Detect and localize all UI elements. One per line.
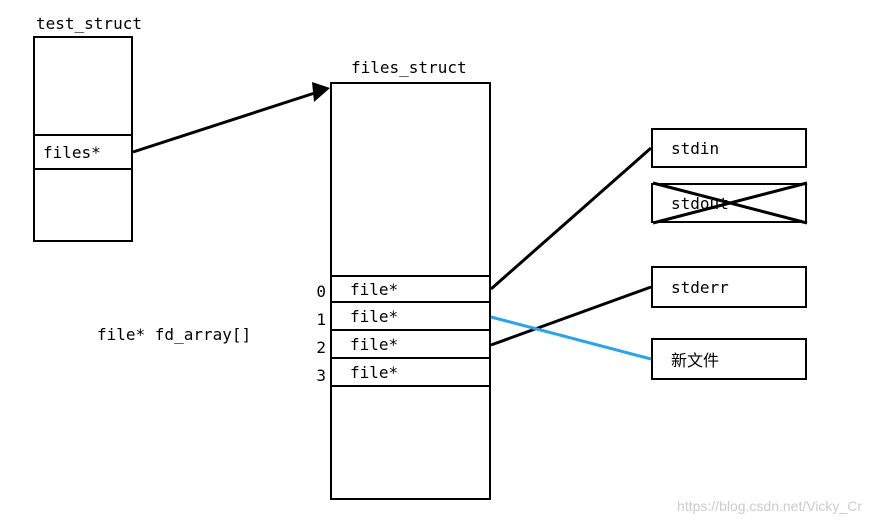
stdin-label: stdin xyxy=(671,139,719,158)
stderr-label: stderr xyxy=(671,278,729,297)
fd-entry-2-label: file* xyxy=(350,335,398,354)
index-3: 3 xyxy=(306,366,326,385)
file-box-stdout: stdout xyxy=(651,183,807,223)
newfile-label: 新文件 xyxy=(671,347,719,371)
fd-entry-2: file* xyxy=(330,331,491,359)
fd-entry-1-label: file* xyxy=(350,307,398,326)
index-1: 1 xyxy=(306,310,326,329)
fd-entry-3: file* xyxy=(330,359,491,387)
file-box-newfile: 新文件 xyxy=(651,338,807,380)
watermark: https://blog.csdn.net/Vicky_Cr xyxy=(677,498,862,514)
index-0: 0 xyxy=(306,282,326,301)
test-struct-files-field: files* xyxy=(33,134,133,170)
index-2: 2 xyxy=(306,338,326,357)
fd-entry-3-label: file* xyxy=(350,363,398,382)
file-box-stdin: stdin xyxy=(651,128,807,168)
test-struct-title: test_struct xyxy=(36,14,142,33)
fd-entry-0: file* xyxy=(330,275,491,303)
fd-array-label: file* fd_array[] xyxy=(97,325,251,344)
fd-entry-1: file* xyxy=(330,303,491,331)
file-box-stderr: stderr xyxy=(651,266,807,308)
files-struct-title: files_struct xyxy=(351,58,467,77)
files-field-label: files* xyxy=(43,143,101,162)
fd-entry-0-label: file* xyxy=(350,280,398,299)
stdout-label: stdout xyxy=(671,194,729,213)
